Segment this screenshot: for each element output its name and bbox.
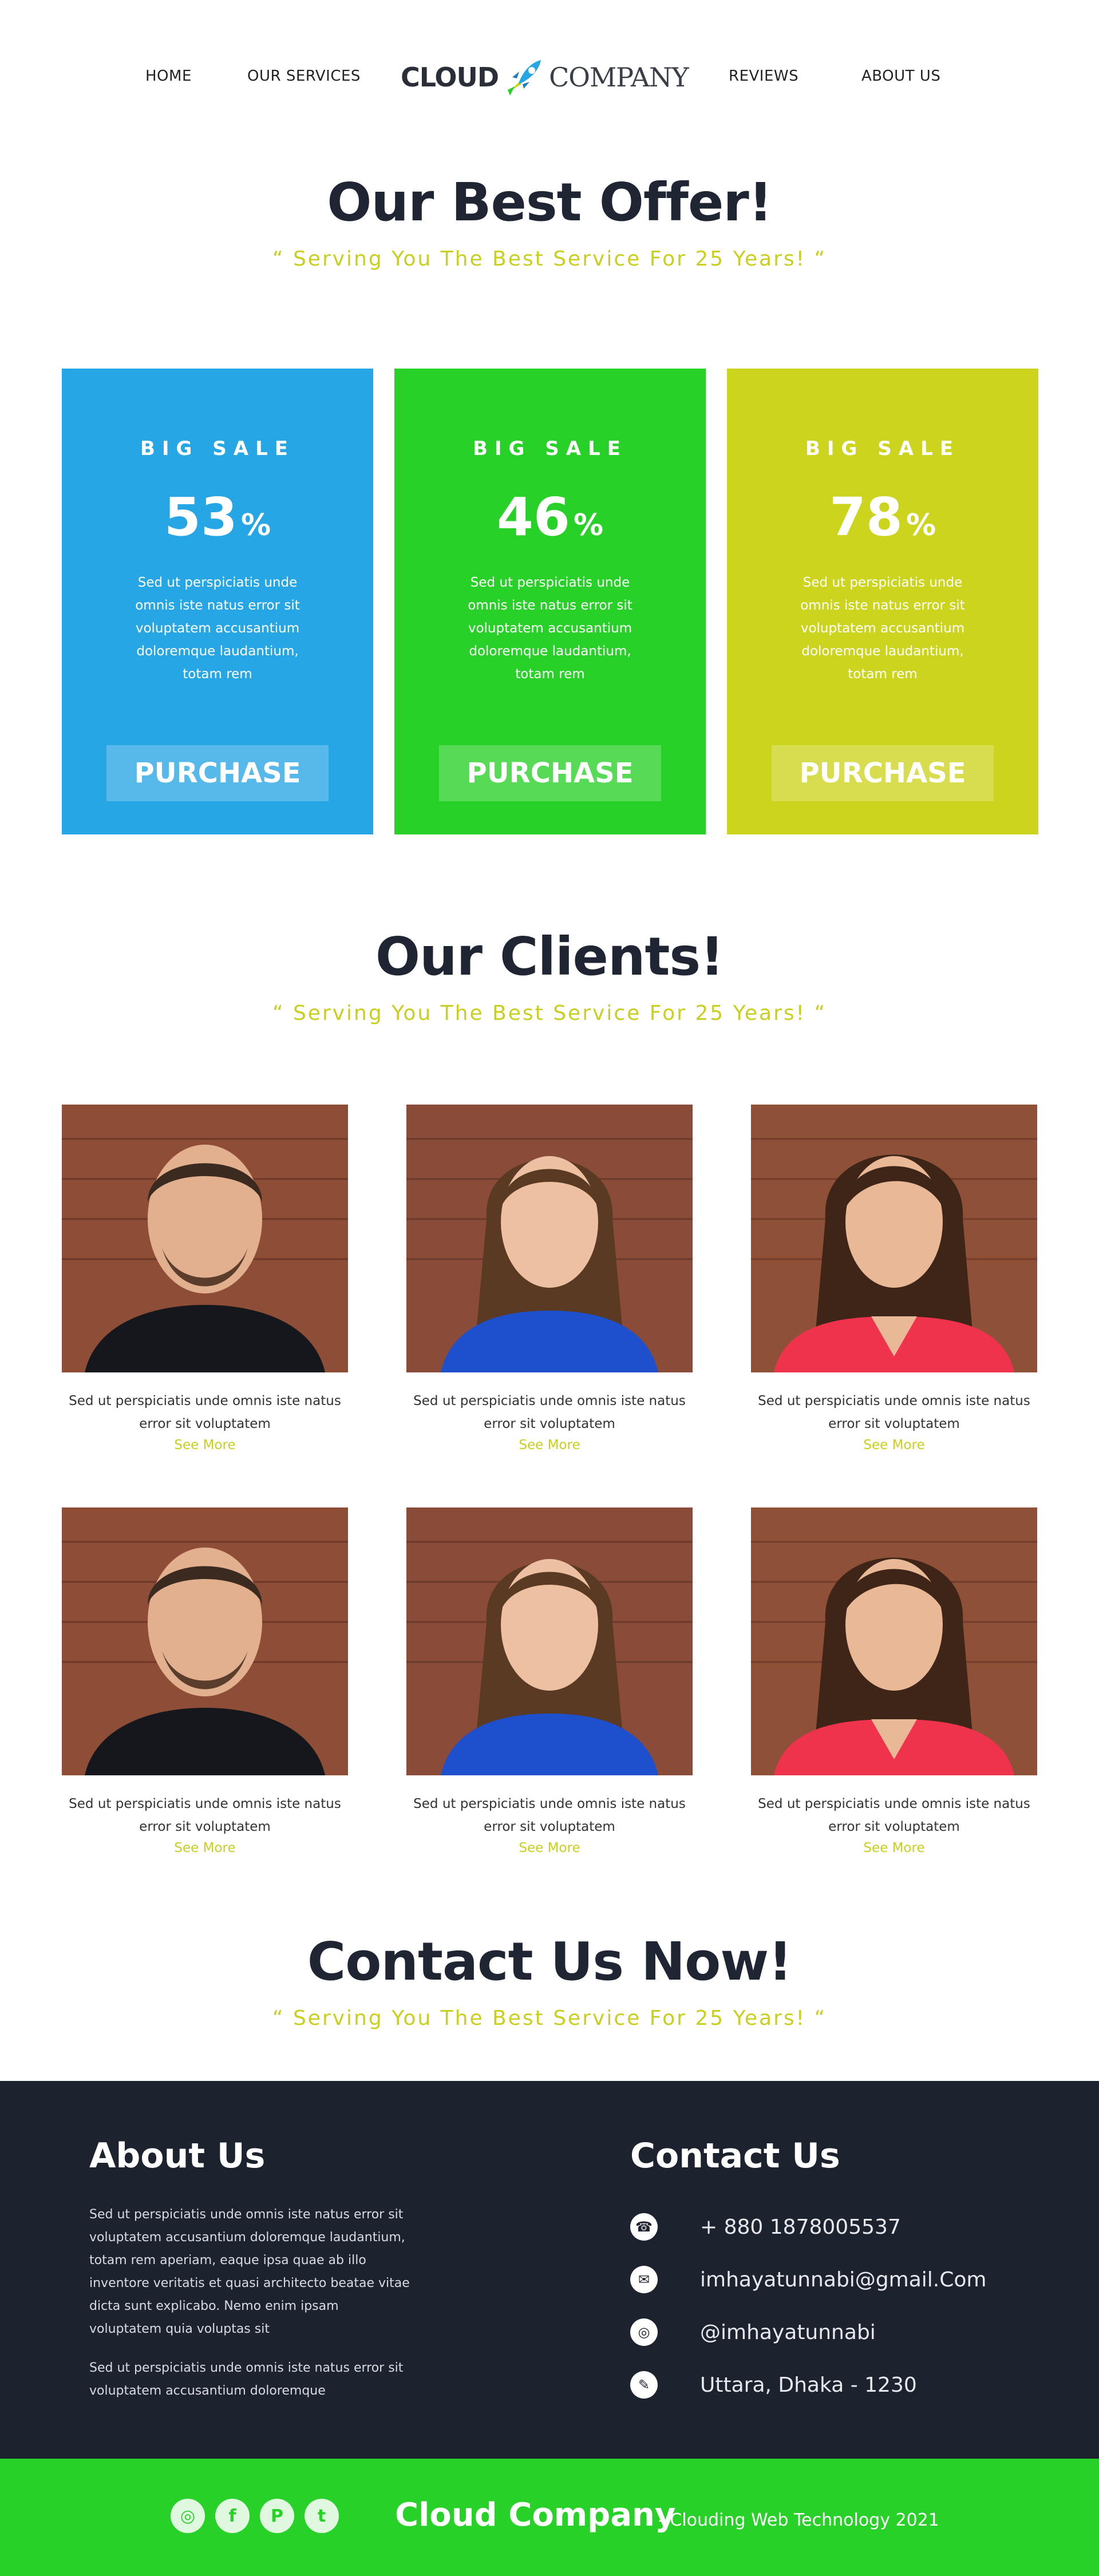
nav-about-link[interactable]: ABOUT US	[861, 68, 940, 85]
client-text: Sed ut perspiciatis unde omnis iste natu…	[758, 1394, 1030, 1431]
email-address: imhayatunnabi@gmail.Com	[700, 2268, 987, 2292]
about-text-secondary: Sed ut perspiciatis unde omnis iste natu…	[89, 2361, 404, 2398]
address: Uttara, Dhaka - 1230	[700, 2373, 917, 2397]
client-photo-woman-blue	[406, 1105, 693, 1372]
about-title: About Us	[89, 2136, 266, 2176]
instagram-icon: ◎	[630, 2318, 658, 2346]
phone-number: + 880 1878005537	[700, 2215, 901, 2239]
client-photo-woman-red	[751, 1507, 1037, 1775]
client-text: Sed ut perspiciatis unde omnis iste natu…	[413, 1394, 686, 1431]
purchase-button[interactable]: PURCHASE	[106, 745, 329, 801]
contact-subtitle: “ Serving You The Best Service For 25 Ye…	[272, 2007, 827, 2030]
footer: About Us Sed ut perspiciatis unde omnis …	[0, 2081, 1099, 2459]
see-more-link[interactable]: See More	[62, 1438, 348, 1453]
offer-percent: 53%	[62, 486, 373, 548]
percent-symbol: %	[906, 508, 936, 543]
phone-icon: ☎	[630, 2213, 658, 2241]
top-navigation: HOME OUR SERVICES CLOUD COMPANY REVIEWS …	[0, 0, 1099, 149]
client-text: Sed ut perspiciatis unde omnis iste natu…	[413, 1797, 686, 1834]
offer-label: BIG SALE	[140, 437, 295, 460]
client-photo-woman-red	[751, 1105, 1037, 1372]
logo-word-cloud: CLOUD	[401, 62, 499, 93]
pin-icon: ✎	[630, 2371, 658, 2399]
offer-label: BIG SALE	[472, 437, 627, 460]
contact-address: ✎ Uttara, Dhaka - 1230	[630, 2371, 917, 2399]
offer-card: BIG SALE 46% Sed ut perspiciatis unde om…	[394, 369, 706, 834]
clients-subtitle: “ Serving You The Best Service For 25 Ye…	[272, 1002, 827, 1025]
client-photo-woman-blue	[406, 1507, 693, 1775]
see-more-link[interactable]: See More	[406, 1438, 693, 1453]
offer-percent: 78%	[727, 486, 1038, 548]
client-card: Sed ut perspiciatis unde omnis iste natu…	[62, 1507, 348, 1855]
instagram-handle: @imhayatunnabi	[700, 2320, 876, 2344]
client-card: Sed ut perspiciatis unde omnis iste natu…	[406, 1507, 693, 1855]
pinterest-icon[interactable]: P	[260, 2499, 294, 2533]
percent-symbol: %	[240, 508, 271, 543]
offer-card: BIG SALE 53% Sed ut perspiciatis unde om…	[62, 369, 373, 834]
offers-title: Our Best Offer!	[327, 172, 772, 233]
offer-percent-value: 53	[164, 486, 238, 548]
facebook-icon[interactable]: f	[215, 2499, 250, 2533]
logo-word-company: COMPANY	[549, 62, 689, 93]
nav-services-link[interactable]: OUR SERVICES	[247, 68, 361, 85]
contact-heading: Contact Us	[630, 2136, 840, 2176]
offer-description: Sed ut perspiciatis unde omnis iste natu…	[468, 575, 632, 682]
see-more-link[interactable]: See More	[751, 1841, 1037, 1855]
client-text: Sed ut perspiciatis unde omnis iste natu…	[69, 1797, 341, 1834]
site-logo[interactable]: CLOUD COMPANY	[401, 57, 689, 97]
contact-phone[interactable]: ☎ + 880 1878005537	[630, 2213, 901, 2241]
offer-percent-value: 78	[829, 486, 903, 548]
offer-description: Sed ut perspiciatis unde omnis iste natu…	[800, 575, 965, 682]
offer-description: Sed ut perspiciatis unde omnis iste natu…	[135, 575, 300, 682]
client-card: Sed ut perspiciatis unde omnis iste natu…	[62, 1105, 348, 1453]
percent-symbol: %	[573, 508, 604, 543]
client-card: Sed ut perspiciatis unde omnis iste natu…	[406, 1105, 693, 1453]
see-more-link[interactable]: See More	[62, 1841, 348, 1855]
footer-tagline: - Clouding Web Technology 2021	[658, 2510, 939, 2530]
offer-card: BIG SALE 78% Sed ut perspiciatis unde om…	[727, 369, 1038, 834]
clients-title: Our Clients!	[375, 926, 724, 987]
offer-percent: 46%	[394, 486, 706, 548]
rocket-icon	[508, 60, 541, 96]
nav-home-link[interactable]: HOME	[145, 68, 192, 85]
client-photo-man	[62, 1507, 348, 1775]
client-card: Sed ut perspiciatis unde omnis iste natu…	[751, 1105, 1037, 1453]
client-photo-man	[62, 1105, 348, 1372]
see-more-link[interactable]: See More	[751, 1438, 1037, 1453]
see-more-link[interactable]: See More	[406, 1841, 693, 1855]
about-text: Sed ut perspiciatis unde omnis iste natu…	[89, 2207, 410, 2336]
offer-label: BIG SALE	[805, 437, 960, 460]
mail-icon: ✉	[630, 2266, 658, 2293]
client-card: Sed ut perspiciatis unde omnis iste natu…	[751, 1507, 1037, 1855]
contact-title: Contact Us Now!	[307, 1931, 792, 1992]
bottom-bar: ◎ f P t Cloud Company - Clouding Web Tec…	[0, 2459, 1099, 2576]
client-text: Sed ut perspiciatis unde omnis iste natu…	[758, 1797, 1030, 1834]
offers-subtitle: “ Serving You The Best Service For 25 Ye…	[272, 247, 827, 271]
client-text: Sed ut perspiciatis unde omnis iste natu…	[69, 1394, 341, 1431]
offer-percent-value: 46	[496, 486, 570, 548]
instagram-icon[interactable]: ◎	[171, 2499, 205, 2533]
nav-reviews-link[interactable]: REVIEWS	[729, 68, 798, 85]
purchase-button[interactable]: PURCHASE	[772, 745, 994, 801]
purchase-button[interactable]: PURCHASE	[439, 745, 661, 801]
footer-brand: Cloud Company	[395, 2496, 676, 2534]
contact-email[interactable]: ✉ imhayatunnabi@gmail.Com	[630, 2265, 986, 2294]
contact-instagram[interactable]: ◎ @imhayatunnabi	[630, 2318, 876, 2347]
twitter-icon[interactable]: t	[305, 2499, 339, 2533]
